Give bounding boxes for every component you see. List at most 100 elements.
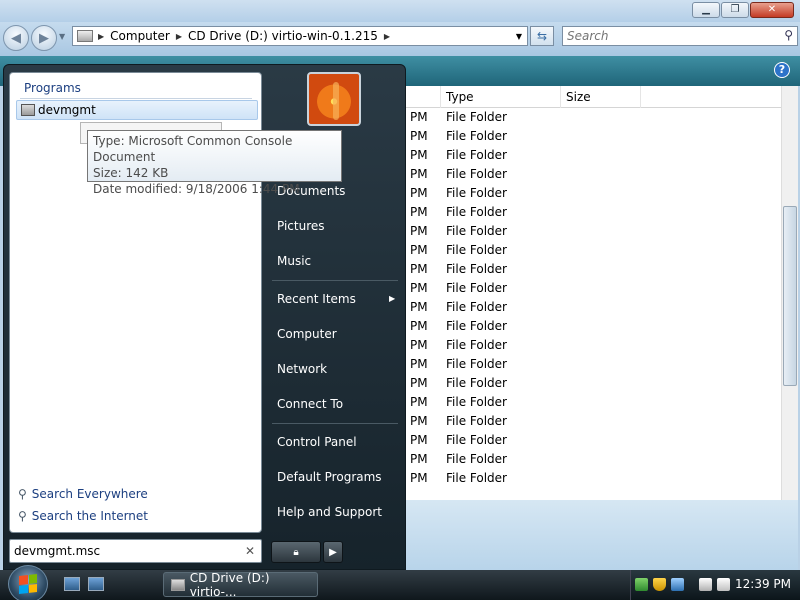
- tooltip-date: Date modified: 9/18/2006 1:44 PM: [93, 182, 300, 196]
- minimize-button[interactable]: ▁: [692, 2, 720, 18]
- help-icon[interactable]: ?: [774, 62, 790, 78]
- close-icon: ✕: [767, 4, 777, 15]
- table-row[interactable]: PM File Folder: [405, 317, 798, 336]
- table-row[interactable]: PM File Folder: [405, 241, 798, 260]
- clear-search-icon[interactable]: ✕: [245, 544, 255, 558]
- search-internet-label: Search the Internet: [31, 509, 148, 523]
- table-row[interactable]: PM File Folder: [405, 260, 798, 279]
- start-item-music[interactable]: Music: [277, 254, 311, 268]
- table-row[interactable]: PM File Folder: [405, 336, 798, 355]
- start-item-default-programs[interactable]: Default Programs: [277, 470, 382, 484]
- user-picture[interactable]: [307, 72, 361, 126]
- search-input[interactable]: [563, 27, 763, 45]
- table-row[interactable]: PM File Folder: [405, 184, 798, 203]
- taskbar-button-label: CD Drive (D:) virtio-...: [189, 570, 270, 599]
- network-disconnected-icon[interactable]: [699, 578, 712, 591]
- windows-update-icon[interactable]: [671, 578, 684, 591]
- row-type: File Folder: [446, 243, 507, 257]
- row-type: File Folder: [446, 376, 507, 390]
- scroll-thumb[interactable]: [783, 206, 797, 386]
- breadcrumb-arrow-icon[interactable]: ▶: [384, 32, 390, 41]
- table-row[interactable]: PM File Folder: [405, 431, 798, 450]
- start-item-recent-items[interactable]: Recent Items: [277, 292, 356, 306]
- row-date-modified: PM: [410, 300, 428, 314]
- address-dropdown-icon[interactable]: ▼: [516, 32, 522, 41]
- breadcrumb-cd-drive[interactable]: CD Drive (D:) virtio-win-0.1.215: [188, 29, 378, 43]
- submenu-arrow-icon: ▶: [389, 294, 396, 303]
- back-button[interactable]: ◀: [3, 25, 29, 51]
- start-search-box[interactable]: ✕: [9, 539, 262, 563]
- program-item-devmgmt[interactable]: devmgmt: [16, 100, 258, 120]
- row-date-modified: PM: [410, 224, 428, 238]
- menu-divider: [272, 280, 398, 281]
- table-row[interactable]: PM File Folder: [405, 222, 798, 241]
- vertical-scrollbar[interactable]: [781, 86, 798, 500]
- forward-button[interactable]: ▶: [31, 25, 57, 51]
- file-info-tooltip: Type: Microsoft Common Console Document …: [87, 130, 342, 196]
- breadcrumb-arrow-icon[interactable]: ▶: [176, 32, 182, 41]
- lock-icon: 🔒︎: [293, 546, 299, 558]
- switch-windows-icon[interactable]: [88, 577, 104, 591]
- volume-muted-icon[interactable]: [717, 578, 730, 591]
- start-item-control-panel[interactable]: Control Panel: [277, 435, 357, 449]
- maximize-button[interactable]: ❐: [721, 2, 749, 18]
- row-type: File Folder: [446, 110, 507, 124]
- security-shield-icon[interactable]: [653, 578, 666, 591]
- search-everywhere-link[interactable]: ⚲ Search Everywhere: [18, 487, 148, 501]
- shutdown-options-button[interactable]: ▶: [323, 541, 343, 563]
- show-desktop-icon[interactable]: [64, 577, 80, 591]
- table-row[interactable]: PM File Folder: [405, 393, 798, 412]
- row-date-modified: PM: [410, 395, 428, 409]
- arrow-right-icon: ▶: [329, 546, 337, 558]
- table-row[interactable]: PM File Folder: [405, 165, 798, 184]
- start-search-input[interactable]: [14, 541, 234, 561]
- row-date-modified: PM: [410, 262, 428, 276]
- start-item-computer[interactable]: Computer: [277, 327, 337, 341]
- column-header-type[interactable]: Type: [441, 86, 561, 108]
- row-type: File Folder: [446, 205, 507, 219]
- file-rows: PM File Folder PM File Folder PM File Folder P…: [405, 108, 798, 488]
- programs-divider: [20, 98, 252, 99]
- row-date-modified: PM: [410, 281, 428, 295]
- search-internet-link[interactable]: ⚲ Search the Internet: [18, 509, 148, 523]
- column-header-date[interactable]: [405, 86, 441, 108]
- table-row[interactable]: PM File Folder: [405, 355, 798, 374]
- table-row[interactable]: PM File Folder: [405, 374, 798, 393]
- table-row[interactable]: PM File Folder: [405, 450, 798, 469]
- start-item-help-and-support[interactable]: Help and Support: [277, 505, 382, 519]
- row-date-modified: PM: [410, 376, 428, 390]
- taskbar-button-cd-drive[interactable]: CD Drive (D:) virtio-...: [163, 570, 318, 599]
- start-item-pictures[interactable]: Pictures: [277, 219, 325, 233]
- lock-button[interactable]: 🔒︎: [271, 541, 321, 563]
- row-date-modified: PM: [410, 433, 428, 447]
- refresh-button[interactable]: ⇆: [530, 26, 554, 46]
- forward-arrow-icon: ▶: [39, 30, 49, 46]
- table-row[interactable]: PM File Folder: [405, 469, 798, 488]
- table-row[interactable]: PM File Folder: [405, 298, 798, 317]
- address-bar[interactable]: ▶ Computer ▶ CD Drive (D:) virtio-win-0.…: [72, 26, 528, 46]
- close-button[interactable]: ✕: [750, 2, 794, 18]
- title-bar: ▁ ❐ ✕: [0, 0, 800, 22]
- table-row[interactable]: PM File Folder: [405, 279, 798, 298]
- start-item-network[interactable]: Network: [277, 362, 327, 376]
- start-item-connect-to[interactable]: Connect To: [277, 397, 343, 411]
- table-row[interactable]: PM File Folder: [405, 203, 798, 222]
- table-row[interactable]: PM File Folder: [405, 127, 798, 146]
- breadcrumb-arrow-icon[interactable]: ▶: [98, 32, 104, 41]
- row-type: File Folder: [446, 414, 507, 428]
- details-pane: [405, 500, 798, 570]
- recent-pages-chevron-icon[interactable]: ▼: [59, 32, 65, 41]
- breadcrumb-computer[interactable]: Computer: [110, 29, 170, 43]
- network-status-icon[interactable]: [635, 578, 648, 591]
- clock[interactable]: 12:39 PM: [735, 577, 791, 591]
- program-item-label: devmgmt: [38, 103, 96, 117]
- row-type: File Folder: [446, 433, 507, 447]
- table-row[interactable]: PM File Folder: [405, 412, 798, 431]
- start-button[interactable]: [8, 565, 48, 600]
- table-row[interactable]: PM File Folder: [405, 108, 798, 127]
- search-icon[interactable]: ⚲: [784, 28, 793, 42]
- search-box[interactable]: ⚲: [562, 26, 798, 46]
- row-date-modified: PM: [410, 414, 428, 428]
- column-header-size[interactable]: Size: [561, 86, 641, 108]
- table-row[interactable]: PM File Folder: [405, 146, 798, 165]
